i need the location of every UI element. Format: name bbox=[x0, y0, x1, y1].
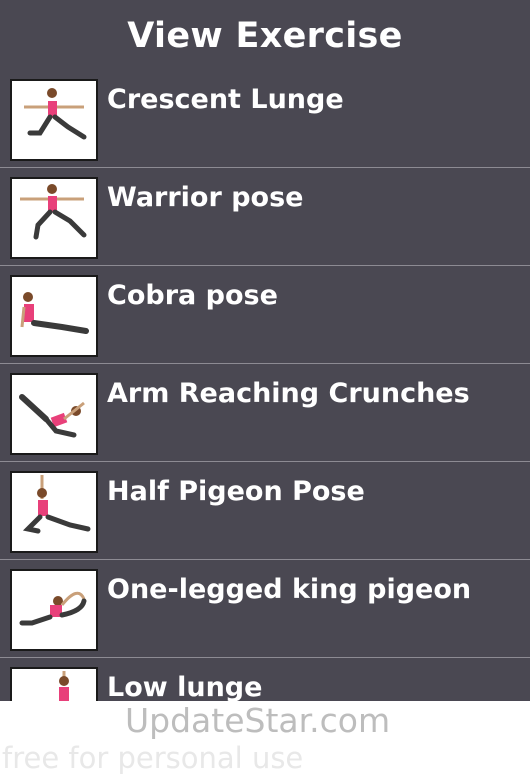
exercise-name: Arm Reaching Crunches bbox=[107, 378, 470, 409]
exercise-list: Crescent Lunge Warrior pose Cobra pose A… bbox=[0, 70, 530, 756]
exercise-name: One-legged king pigeon bbox=[107, 574, 472, 605]
exercise-row-crescent-lunge[interactable]: Crescent Lunge bbox=[0, 70, 530, 168]
exercise-row-one-legged-king-pigeon[interactable]: One-legged king pigeon bbox=[0, 560, 530, 658]
exercise-name: Half Pigeon Pose bbox=[107, 476, 365, 507]
exercise-name: Low lunge bbox=[107, 672, 263, 703]
one-legged-king-pigeon-icon bbox=[10, 569, 98, 651]
exercise-row-half-pigeon-pose[interactable]: Half Pigeon Pose bbox=[0, 462, 530, 560]
page-title: View Exercise bbox=[0, 0, 530, 72]
exercise-name: Cobra pose bbox=[107, 280, 278, 311]
warrior-pose-icon bbox=[10, 177, 98, 259]
exercise-row-cobra-pose[interactable]: Cobra pose bbox=[0, 266, 530, 364]
watermark-note: free for personal use bbox=[2, 741, 304, 775]
page-title-text: View Exercise bbox=[127, 16, 403, 56]
arm-reaching-crunches-icon bbox=[10, 373, 98, 455]
half-pigeon-pose-icon bbox=[10, 471, 98, 553]
exercise-name: Warrior pose bbox=[107, 182, 304, 213]
exercise-name: Crescent Lunge bbox=[107, 84, 344, 115]
watermark-brand: UpdateStar.com bbox=[125, 701, 391, 740]
exercise-row-arm-reaching-crunches[interactable]: Arm Reaching Crunches bbox=[0, 364, 530, 462]
crescent-lunge-icon bbox=[10, 79, 98, 161]
cobra-pose-icon bbox=[10, 275, 98, 357]
watermark-banner: UpdateStar.com free for personal use bbox=[0, 701, 530, 780]
exercise-row-warrior-pose[interactable]: Warrior pose bbox=[0, 168, 530, 266]
